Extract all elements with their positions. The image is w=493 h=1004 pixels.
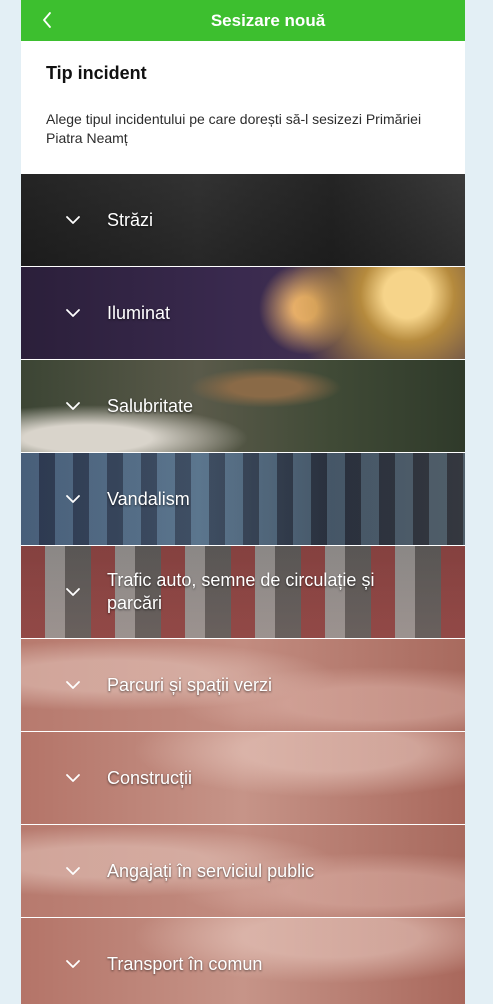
category-label: Salubritate (107, 395, 194, 416)
top-bar: Sesizare nouă (21, 0, 465, 41)
section-title: Tip incident (46, 63, 147, 83)
category-label: Transport în comun (107, 953, 263, 974)
chevron-down-icon (63, 957, 83, 971)
category-vandalism[interactable]: Vandalism (21, 453, 465, 546)
category-constructii[interactable]: Construcții (21, 732, 465, 825)
chevron-down-icon (63, 864, 83, 878)
category-label: Iluminat (107, 302, 171, 323)
page-title: Sesizare nouă (210, 10, 326, 30)
category-label: Vandalism (107, 488, 190, 509)
chevron-down-icon (63, 306, 83, 320)
incident-type-header: Tip incident Alege tipul incidentului pe… (21, 41, 465, 174)
category-list: Străzi Iluminat Salubritate Vandalism Tr… (21, 174, 465, 1004)
chevron-down-icon (63, 678, 83, 692)
category-angajati[interactable]: Angajați în serviciul public (21, 825, 465, 918)
category-label: Străzi (107, 209, 154, 230)
chevron-down-icon (63, 492, 83, 506)
category-parcuri[interactable]: Parcuri și spații verzi (21, 639, 465, 732)
category-label: Angajați în serviciul public (107, 860, 315, 881)
chevron-down-icon (63, 213, 83, 227)
category-label: Trafic auto, semne de circulație și parc… (107, 570, 375, 613)
category-trafic[interactable]: Trafic auto, semne de circulație și parc… (21, 546, 465, 639)
chevron-down-icon (63, 585, 83, 599)
chevron-down-icon (63, 399, 83, 413)
category-label: Parcuri și spații verzi (107, 674, 273, 695)
app-screen: Sesizare nouă Tip incident Alege tipul i… (21, 0, 465, 1004)
back-button[interactable] (35, 8, 59, 32)
category-transport[interactable]: Transport în comun (21, 918, 465, 1004)
category-strazi[interactable]: Străzi (21, 174, 465, 267)
chevron-left-icon (43, 12, 51, 28)
category-salubritate[interactable]: Salubritate (21, 360, 465, 453)
category-iluminat[interactable]: Iluminat (21, 267, 465, 360)
chevron-down-icon (63, 771, 83, 785)
category-label: Construcții (107, 767, 193, 788)
section-description: Alege tipul incidentului pe care dorești… (46, 111, 422, 146)
